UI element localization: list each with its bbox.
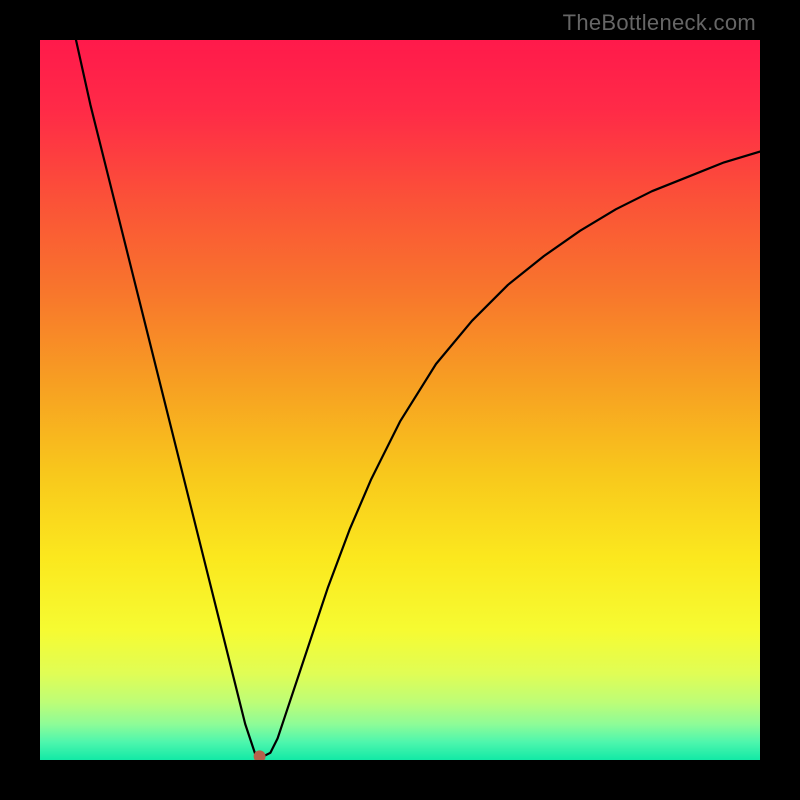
plot-area (40, 40, 760, 760)
chart-frame: TheBottleneck.com (0, 0, 800, 800)
watermark-text: TheBottleneck.com (563, 10, 756, 36)
bottleneck-curve (40, 40, 760, 760)
